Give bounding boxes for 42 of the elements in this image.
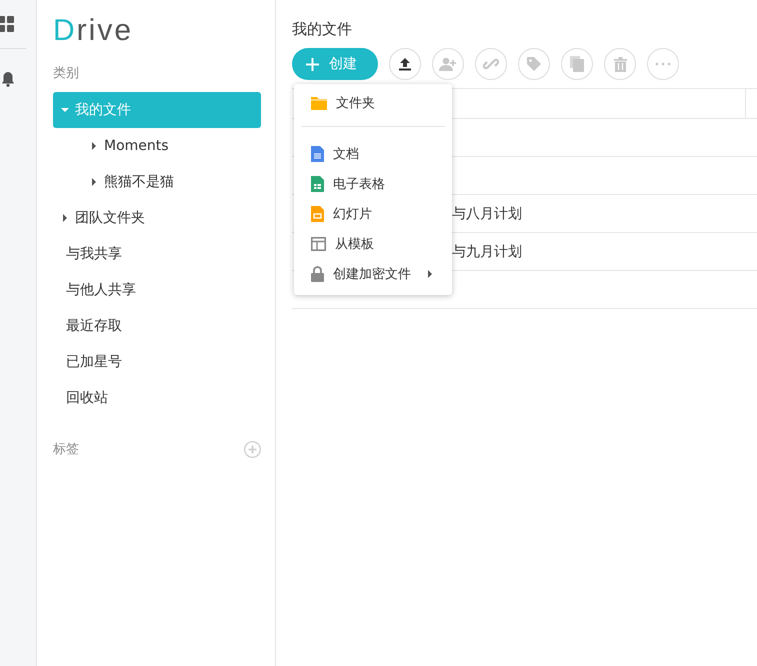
- caret-icon: [90, 178, 98, 186]
- page-title: 我的文件: [292, 20, 352, 40]
- menu-item[interactable]: 电子表格: [294, 169, 452, 199]
- spreadsheet-icon: [311, 176, 324, 192]
- file-name[interactable]: 与九月计划: [452, 242, 522, 260]
- trash-icon: [614, 56, 626, 72]
- document-icon: [311, 146, 324, 162]
- link-icon: [483, 56, 499, 72]
- menu-item[interactable]: 文档: [294, 139, 452, 169]
- apps-icon[interactable]: [0, 16, 14, 32]
- menu-item[interactable]: 从模板: [294, 229, 452, 259]
- menu-item[interactable]: 幻灯片: [294, 199, 452, 229]
- lock-icon: [311, 266, 324, 282]
- caret-icon: [90, 142, 98, 150]
- file-name[interactable]: 与八月计划: [452, 204, 522, 222]
- section-label: 类别: [53, 65, 80, 82]
- drive-logo: Drive: [53, 16, 134, 46]
- upload-icon: [398, 57, 412, 71]
- sidebar-item[interactable]: 与我共享: [53, 236, 261, 272]
- slides-icon: [311, 206, 324, 222]
- add-person-icon: [439, 57, 457, 71]
- sidebar-item[interactable]: 团队文件夹: [53, 200, 261, 236]
- sidebar-item[interactable]: 与他人共享: [53, 272, 261, 308]
- sidebar-item[interactable]: 回收站: [53, 380, 261, 416]
- caret-icon: [61, 214, 69, 222]
- upload-button[interactable]: [389, 48, 421, 80]
- folder-icon: [311, 96, 327, 110]
- more-icon: [655, 62, 671, 66]
- sidebar-item[interactable]: Moments: [53, 128, 261, 164]
- section-label: 标签: [53, 441, 79, 458]
- copy-icon: [570, 56, 584, 72]
- caret-icon: [61, 106, 69, 114]
- template-icon: [311, 237, 326, 251]
- menu-item[interactable]: 文件夹: [294, 88, 452, 118]
- menu-item[interactable]: 创建加密文件: [294, 259, 452, 289]
- sidebar-item[interactable]: 已加星号: [53, 344, 261, 380]
- sidebar-item[interactable]: 熊猫不是猫: [53, 164, 261, 200]
- sidebar-item[interactable]: 最近存取: [53, 308, 261, 344]
- bell-icon[interactable]: [1, 71, 15, 87]
- plus-icon: [306, 58, 319, 70]
- tag-icon: [526, 56, 542, 72]
- add-icon[interactable]: [244, 440, 261, 458]
